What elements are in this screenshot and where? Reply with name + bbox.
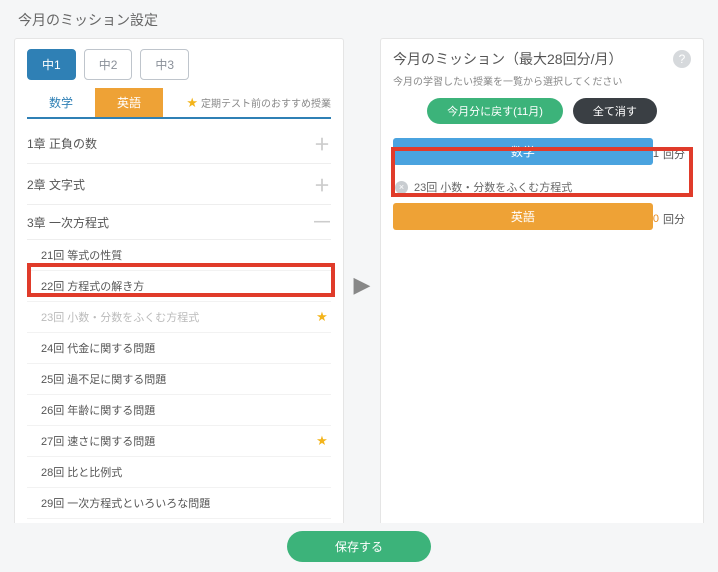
- help-icon[interactable]: ?: [673, 50, 691, 68]
- math-count: 1回分: [653, 146, 691, 162]
- english-bar: 英語: [393, 203, 653, 230]
- mission-panel: 今月のミッション（最大28回分/月） ? 今月の学習したい授業を一覧から選択して…: [380, 38, 704, 532]
- star-icon: ★: [313, 433, 331, 449]
- expand-icon[interactable]: ＋: [313, 172, 331, 196]
- tab-english[interactable]: 英語: [95, 88, 163, 117]
- lesson-row[interactable]: 29回 一次方程式といろいろな問題: [27, 488, 331, 519]
- lesson-title: 23回 小数・分数をふくむ方程式: [41, 309, 199, 325]
- clear-all-button[interactable]: 全て消す: [573, 98, 657, 124]
- lesson-title: 24回 代金に関する問題: [41, 340, 155, 356]
- subject-tabs: 数学 英語 ★ 定期テスト前のおすすめ授業: [27, 88, 331, 119]
- page-title: 今月のミッション設定: [0, 0, 718, 38]
- lesson-row[interactable]: 28回 比と比例式: [27, 457, 331, 488]
- lesson-title: 29回 一次方程式といろいろな問題: [41, 495, 210, 511]
- mission-item-title: 23回 小数・分数をふくむ方程式: [414, 179, 572, 195]
- chapter-row[interactable]: 2章 文字式 ＋: [27, 164, 331, 205]
- chapter-row[interactable]: 3章 一次方程式 —: [27, 205, 331, 240]
- math-bar: 数学: [393, 138, 653, 165]
- collapse-icon[interactable]: —: [313, 213, 331, 231]
- lesson-row[interactable]: 21回 等式の性質: [27, 240, 331, 271]
- chapter-title: 1章 正負の数: [27, 135, 97, 152]
- lesson-row[interactable]: 27回 速さに関する問題 ★: [27, 426, 331, 457]
- chevron-right-icon: ▶: [354, 272, 371, 298]
- mission-title: 今月のミッション（最大28回分/月）: [393, 49, 622, 69]
- lesson-title: 22回 方程式の解き方: [41, 278, 144, 294]
- lesson-title: 28回 比と比例式: [41, 464, 122, 480]
- lesson-row-selected[interactable]: 23回 小数・分数をふくむ方程式 ★: [27, 302, 331, 333]
- star-icon: ★: [186, 95, 198, 111]
- star-icon: ★: [313, 309, 331, 325]
- lesson-row[interactable]: 24回 代金に関する問題: [27, 333, 331, 364]
- lesson-row[interactable]: 26回 年齢に関する問題: [27, 395, 331, 426]
- lesson-title: 26回 年齢に関する問題: [41, 402, 155, 418]
- mission-item[interactable]: × 23回 小数・分数をふくむ方程式: [393, 175, 691, 203]
- reset-month-button[interactable]: 今月分に戻す(11月): [427, 98, 563, 124]
- tab-math[interactable]: 数学: [27, 88, 95, 117]
- lesson-title: 21回 等式の性質: [41, 247, 122, 263]
- english-count: 0回分: [653, 211, 691, 227]
- lesson-title: 25回 過不足に関する問題: [41, 371, 166, 387]
- remove-icon[interactable]: ×: [395, 181, 408, 194]
- grade-selector: 中1 中2 中3: [27, 49, 331, 80]
- arrow-col: ▶: [352, 38, 372, 532]
- lesson-row[interactable]: 25回 過不足に関する問題: [27, 364, 331, 395]
- lesson-title: 27回 速さに関する問題: [41, 433, 155, 449]
- footer: 保存する: [0, 523, 718, 572]
- recommend-text: 定期テスト前のおすすめ授業: [201, 95, 331, 110]
- expand-icon[interactable]: ＋: [313, 131, 331, 155]
- chapter-row[interactable]: 1章 正負の数 ＋: [27, 123, 331, 164]
- save-button[interactable]: 保存する: [287, 531, 431, 562]
- english-subject-row: 英語 0回分: [393, 203, 691, 234]
- chapter-title: 3章 一次方程式: [27, 214, 109, 231]
- mission-subtitle: 今月の学習したい授業を一覧から選択してください: [393, 73, 691, 88]
- grade-chu2-button[interactable]: 中2: [84, 49, 133, 80]
- grade-chu1-button[interactable]: 中1: [27, 49, 76, 80]
- chapter-list[interactable]: 1章 正負の数 ＋ 2章 文字式 ＋ 3章 一次方程式 — 21回 等式の性質 …: [27, 123, 331, 531]
- grade-chu3-button[interactable]: 中3: [140, 49, 189, 80]
- lesson-panel: 中1 中2 中3 数学 英語 ★ 定期テスト前のおすすめ授業 1章 正負の数 ＋…: [14, 38, 344, 532]
- lesson-row[interactable]: 22回 方程式の解き方: [27, 271, 331, 302]
- chapter-title: 2章 文字式: [27, 176, 85, 193]
- recommend-label: ★ 定期テスト前のおすすめ授業: [186, 95, 331, 111]
- math-subject-row: 数学 1回分: [393, 138, 691, 169]
